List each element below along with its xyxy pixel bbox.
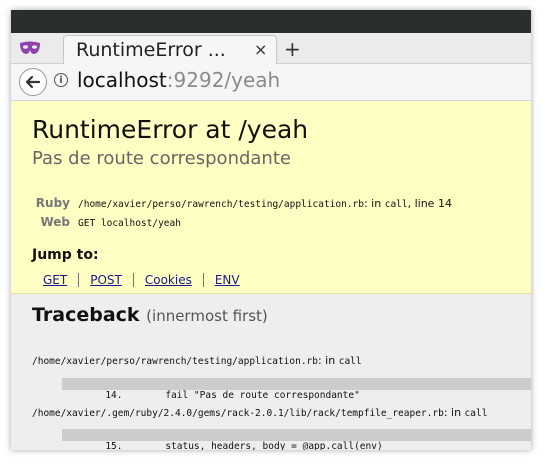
ruby-info-row: Ruby/home/xavier/perso/rawrench/testing/… [32, 196, 452, 210]
jump-link-cookies[interactable]: Cookies [132, 273, 203, 287]
code-line-number: 15. [105, 441, 123, 450]
frame-in: : in [443, 406, 465, 419]
url-path: :9292/yeah [166, 68, 281, 92]
browser-window: RuntimeError ... × + i localhost:9292/ye… [11, 10, 531, 450]
back-button[interactable] [19, 68, 47, 96]
code-text: status, headers, body = @app.call(env) [165, 441, 383, 450]
title-bar [11, 10, 531, 33]
web-info-row: Web GET localhost/yeah [32, 215, 181, 229]
tab-title: RuntimeError ... [76, 39, 226, 61]
error-summary: RuntimeError at /yeah Pas de route corre… [11, 101, 531, 294]
traceback-section: Traceback (innermost first) /home/xavier… [11, 294, 531, 450]
back-arrow-icon [25, 75, 41, 89]
code-line-number: 14. [105, 390, 123, 401]
tab-bar: RuntimeError ... × + [11, 33, 531, 65]
jump-link-post[interactable]: POST [78, 273, 133, 287]
traceback-title: Traceback (innermost first) [32, 304, 268, 326]
jump-links: GET POST Cookies ENV [32, 273, 251, 287]
new-tab-button[interactable]: + [284, 37, 301, 61]
error-title: RuntimeError at /yeah [32, 115, 309, 144]
frame-path[interactable]: /home/xavier/.gem/ruby/2.4.0/gems/rack-2… [32, 406, 487, 419]
frame-method: call [464, 408, 488, 419]
jump-link-get[interactable]: GET [32, 273, 78, 287]
jump-link-env[interactable]: ENV [202, 273, 251, 287]
navigation-bar: i localhost:9292/yeah [11, 64, 531, 101]
frame-file: /home/xavier/perso/rawrench/testing/appl… [32, 356, 318, 367]
code-text: fail "Pas de route correspondante" [165, 390, 360, 401]
ruby-label: Ruby [35, 196, 70, 210]
private-browsing-mask-icon [20, 41, 40, 54]
close-tab-icon[interactable]: × [254, 40, 267, 59]
code-line[interactable]: 15. status, headers, body = @app.call(env… [62, 429, 531, 450]
url-bar[interactable]: localhost:9292/yeah [77, 68, 280, 92]
frame-file: /home/xavier/.gem/ruby/2.4.0/gems/rack-2… [32, 408, 444, 419]
frame-method: call [338, 356, 362, 367]
jump-to-title: Jump to: [32, 247, 99, 263]
frame-path[interactable]: /home/xavier/perso/rawrench/testing/appl… [32, 354, 362, 367]
ruby-in: : in [363, 197, 385, 210]
error-message: Pas de route correspondante [32, 148, 291, 169]
web-value: GET localhost/yeah [78, 218, 181, 229]
site-info-icon[interactable]: i [54, 73, 68, 87]
url-host: localhost [77, 68, 167, 92]
web-label: Web [40, 215, 70, 229]
active-tab[interactable]: RuntimeError ... × [63, 35, 277, 65]
ruby-line: , line 14 [407, 197, 452, 210]
traceback-heading: Traceback [32, 304, 140, 326]
code-line[interactable]: 14. fail "Pas de route correspondante" [62, 378, 531, 401]
ruby-method: call [384, 199, 408, 210]
ruby-file: /home/xavier/perso/rawrench/testing/appl… [78, 199, 364, 210]
frame-in: : in [317, 354, 339, 367]
traceback-subtitle: (innermost first) [146, 307, 268, 325]
